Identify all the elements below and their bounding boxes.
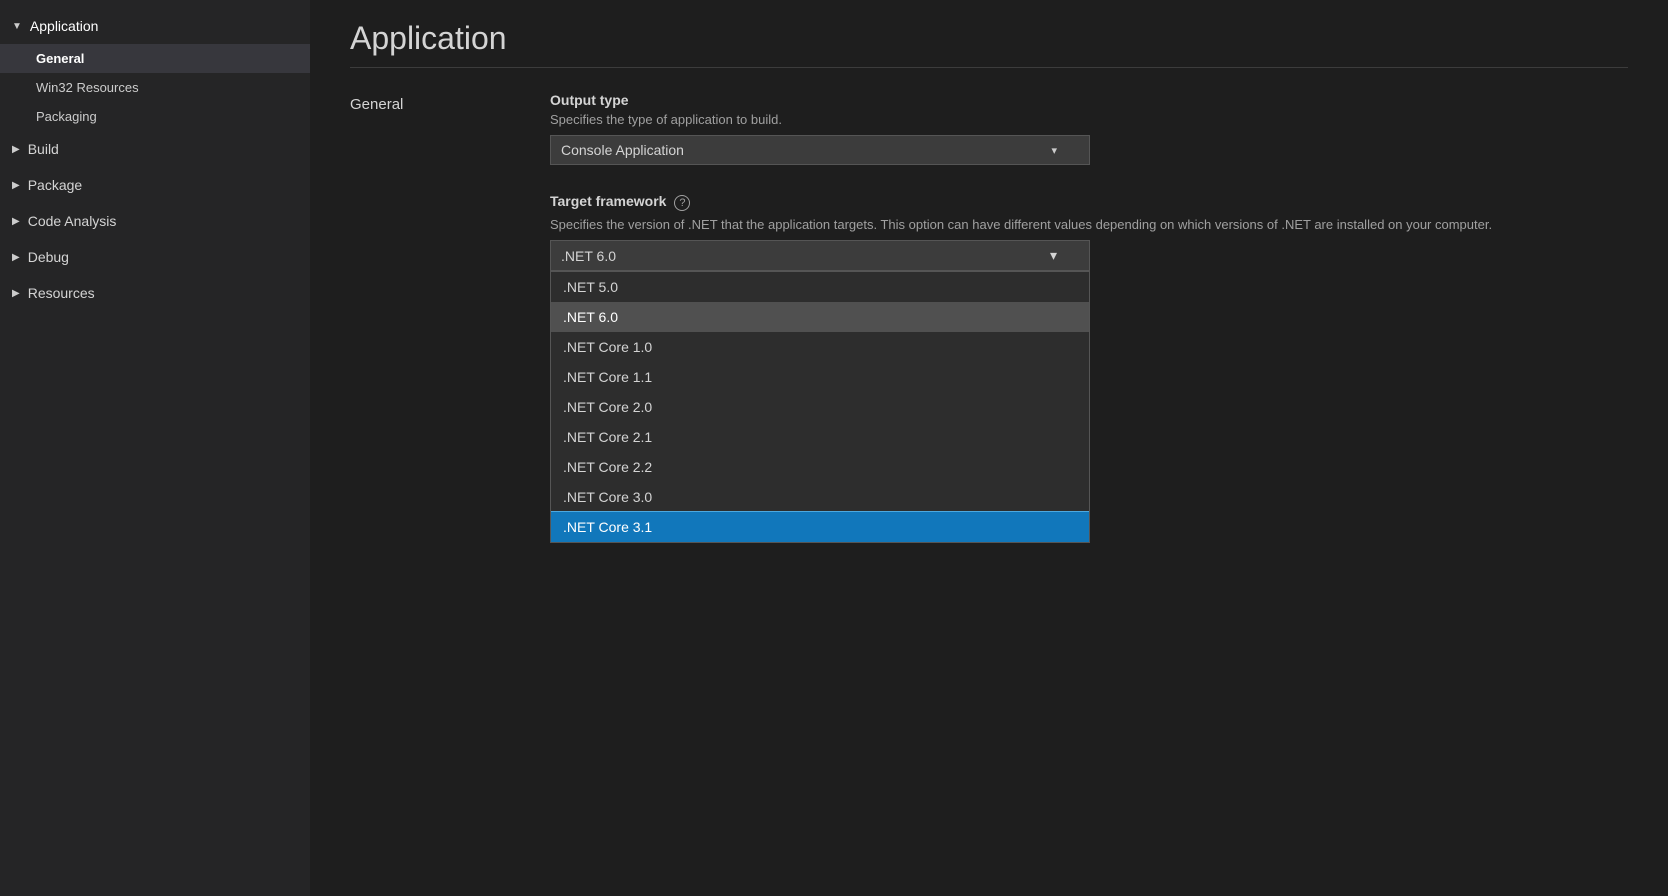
dropdown-item-netcore22[interactable]: .NET Core 2.2 bbox=[551, 452, 1089, 482]
chevron-right-icon-resources bbox=[12, 288, 20, 299]
target-framework-dropdown: .NET 6.0 ▾ .NET 5.0 .NET 6.0 bbox=[550, 240, 1090, 271]
sidebar-section-build[interactable]: Build bbox=[0, 131, 310, 167]
sidebar-section-label-resources: Resources bbox=[28, 285, 95, 301]
sidebar: Application General Win32 Resources Pack… bbox=[0, 0, 310, 896]
page-title: Application bbox=[350, 20, 1628, 57]
sidebar-item-win32resources[interactable]: Win32 Resources bbox=[0, 73, 310, 102]
output-type-group: Output type Specifies the type of applic… bbox=[550, 92, 1628, 165]
sidebar-section-label-debug: Debug bbox=[28, 249, 69, 265]
section-label-general: General bbox=[350, 92, 510, 314]
output-type-value: Console Application bbox=[561, 142, 684, 158]
sidebar-item-general[interactable]: General bbox=[0, 44, 310, 73]
dropdown-item-netcore10[interactable]: .NET Core 1.0 bbox=[551, 332, 1089, 362]
output-type-label: Output type bbox=[550, 92, 1628, 108]
chevron-right-icon-package bbox=[12, 180, 20, 191]
sidebar-section-package[interactable]: Package bbox=[0, 167, 310, 203]
title-divider bbox=[350, 67, 1628, 68]
section-fields: Output type Specifies the type of applic… bbox=[550, 92, 1628, 314]
output-type-description: Specifies the type of application to bui… bbox=[550, 112, 1628, 127]
general-section: General Output type Specifies the type o… bbox=[350, 92, 1628, 314]
info-icon[interactable]: ? bbox=[674, 195, 690, 211]
dropdown-item-netcore11[interactable]: .NET Core 1.1 bbox=[551, 362, 1089, 392]
dropdown-item-net50[interactable]: .NET 5.0 bbox=[551, 272, 1089, 302]
sidebar-section-label-package: Package bbox=[28, 177, 82, 193]
dropdown-item-netcore31[interactable]: .NET Core 3.1 bbox=[551, 512, 1089, 542]
dropdown-item-netcore20[interactable]: .NET Core 2.0 bbox=[551, 392, 1089, 422]
dropdown-item-net60[interactable]: .NET 6.0 bbox=[551, 302, 1089, 332]
output-type-select[interactable]: Console Application ▾ bbox=[550, 135, 1090, 165]
sidebar-section-debug[interactable]: Debug bbox=[0, 239, 310, 275]
output-type-select-wrapper: Console Application ▾ bbox=[550, 135, 1090, 165]
sidebar-section-application[interactable]: Application bbox=[0, 8, 310, 44]
dropdown-item-netcore21[interactable]: .NET Core 2.1 bbox=[551, 422, 1089, 452]
target-framework-value: .NET 6.0 bbox=[561, 248, 616, 264]
target-framework-label-row: Target framework ? bbox=[550, 193, 1628, 213]
chevron-right-icon-codeanalysis bbox=[12, 216, 20, 227]
dropdown-item-netcore30[interactable]: .NET Core 3.0 bbox=[551, 482, 1089, 512]
dropdown-arrow-icon: ▾ bbox=[1051, 144, 1057, 157]
sidebar-section-label-codeanalysis: Code Analysis bbox=[28, 213, 117, 229]
chevron-right-icon-debug bbox=[12, 252, 20, 263]
sidebar-section-resources[interactable]: Resources bbox=[0, 275, 310, 311]
target-framework-list: .NET 5.0 .NET 6.0 .NET Core 1.0 .NET Cor… bbox=[550, 271, 1090, 543]
target-framework-label: Target framework bbox=[550, 193, 666, 209]
main-content: Application General Output type Specifie… bbox=[310, 0, 1668, 896]
target-framework-trigger[interactable]: .NET 6.0 ▾ bbox=[550, 240, 1090, 271]
sidebar-subitems-application: General Win32 Resources Packaging bbox=[0, 44, 310, 131]
dropdown-arrow-tf-icon: ▾ bbox=[1050, 247, 1057, 264]
sidebar-item-packaging[interactable]: Packaging bbox=[0, 102, 310, 131]
target-framework-description: Specifies the version of .NET that the a… bbox=[550, 217, 1628, 232]
sidebar-section-label-build: Build bbox=[28, 141, 59, 157]
sidebar-section-codeanalysis[interactable]: Code Analysis bbox=[0, 203, 310, 239]
target-framework-group: Target framework ? Specifies the version… bbox=[550, 193, 1628, 271]
chevron-right-icon bbox=[12, 144, 20, 155]
chevron-down-icon bbox=[12, 21, 22, 32]
sidebar-section-label-application: Application bbox=[30, 18, 99, 34]
